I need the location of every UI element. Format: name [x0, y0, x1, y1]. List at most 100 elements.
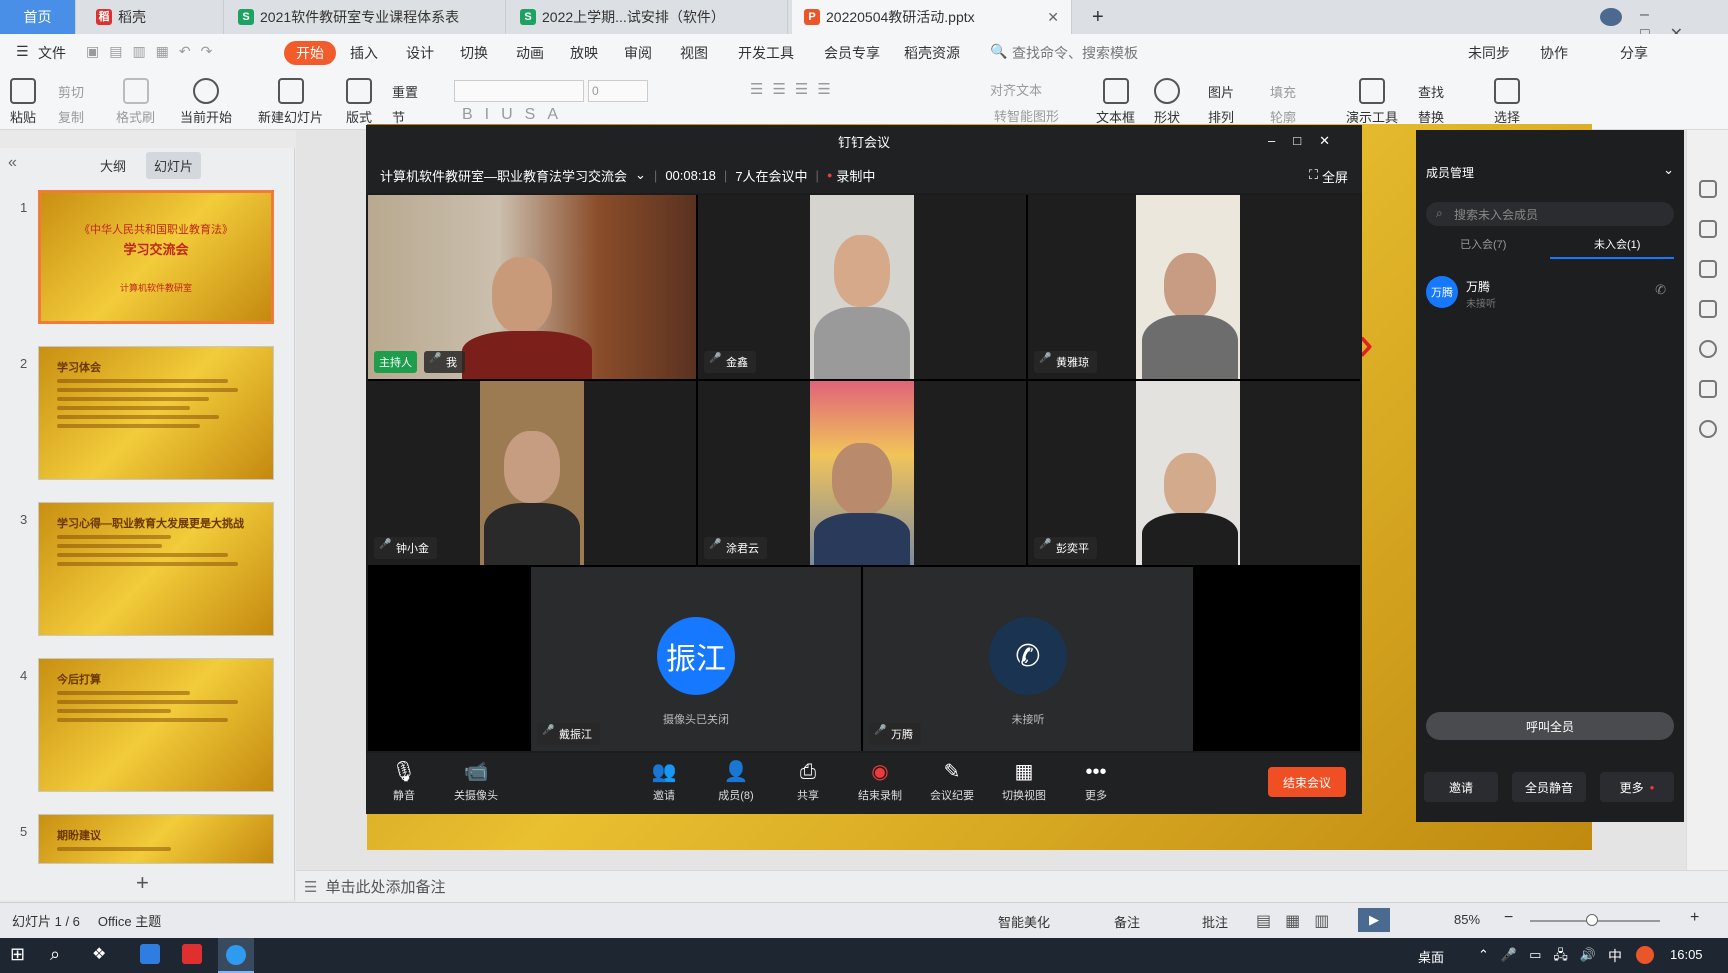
comment-button[interactable]: 批注 [1202, 912, 1228, 931]
sidebar-tool-icon[interactable] [1699, 180, 1717, 198]
select-button[interactable]: 选择 [1494, 78, 1520, 126]
sidebar-tool-icon[interactable] [1699, 220, 1717, 238]
tray-icons[interactable]: ⌃🎤▭🖧🔊 [1478, 946, 1608, 968]
taskview-icon[interactable]: ❖ [92, 944, 106, 964]
notes-bar[interactable]: ☰ 单击此处添加备注 [296, 870, 1728, 902]
tab-docer[interactable]: 稻稻壳 [84, 0, 224, 34]
windows-start-icon[interactable]: ⊞ [10, 944, 25, 965]
play-slideshow-button[interactable]: ▶ [1358, 908, 1390, 932]
cut-button[interactable]: 剪切 [58, 80, 84, 105]
copy-button[interactable]: 复制 [58, 105, 84, 130]
slide-thumb-1[interactable]: 《中华人民共和国职业教育法》 学习交流会 计算机软件教研室 [38, 190, 274, 324]
video-tile-self[interactable]: 主持人 我 [368, 195, 696, 379]
camera-button[interactable]: 📹 关摄像头 [446, 761, 506, 803]
slide-thumb-5[interactable]: 期盼建议 [38, 814, 274, 864]
find-button[interactable]: 查找 [1418, 80, 1444, 105]
chevron-down-icon[interactable]: ⌄ [1663, 162, 1674, 178]
align-text-button[interactable]: 对齐文本 [990, 80, 1042, 99]
collapse-icon[interactable]: « [8, 154, 17, 172]
play-from-current-button[interactable]: 当前开始 [180, 78, 232, 126]
member-more-button[interactable]: 更多 ● [1600, 772, 1674, 802]
sogou-icon[interactable] [1636, 946, 1654, 964]
call-icon[interactable]: ✆ [1655, 282, 1666, 298]
menu-review[interactable]: 审阅 [624, 43, 652, 63]
zoom-slider-thumb[interactable] [1586, 914, 1598, 926]
sidebar-tool-icon[interactable] [1699, 380, 1717, 398]
menu-docer[interactable]: 稻壳资源 [904, 43, 960, 63]
slide-thumb-3[interactable]: 学习心得—职业教育大发展更是大挑战 [38, 502, 274, 636]
new-tab-button[interactable]: + [1080, 0, 1116, 34]
picture-button[interactable]: 图片 [1208, 80, 1234, 105]
share-button[interactable]: 分享 [1620, 43, 1648, 63]
video-tile-jinxin[interactable]: 金鑫 [698, 195, 1026, 379]
menu-vip[interactable]: 会员专享 [824, 43, 880, 63]
member-search-input[interactable]: ⌕ 搜索未入会成员 [1426, 202, 1674, 226]
menu-design[interactable]: 设计 [406, 43, 434, 63]
layout-button[interactable]: 版式 [346, 78, 372, 126]
reset-button[interactable]: 重置 [392, 80, 418, 105]
paragraph-icons[interactable]: ☰☰☰☰ [750, 80, 840, 98]
fullscreen-button[interactable]: 全屏 [1322, 167, 1348, 186]
tab-joined[interactable]: 已入会(7) [1460, 236, 1506, 252]
video-tile-zhongxiaojin[interactable]: 钟小金 [368, 381, 696, 565]
menu-show[interactable]: 放映 [570, 43, 598, 63]
mute-all-button[interactable]: 全员静音 [1512, 772, 1586, 802]
dingtalk-taskbar-button[interactable] [218, 938, 254, 973]
video-tile-pengyiping[interactable]: 彭奕平 [1028, 381, 1360, 565]
tab-sheet-1[interactable]: S 2021软件教研室专业课程体系表 [226, 0, 506, 34]
share-screen-button[interactable]: ⎙ 共享 [778, 761, 838, 803]
menu-animation[interactable]: 动画 [516, 43, 544, 63]
collab-button[interactable]: 协作 [1540, 43, 1568, 63]
end-meeting-button[interactable]: 结束会议 [1268, 767, 1346, 797]
smart-beautify-button[interactable]: 智能美化 [998, 912, 1050, 931]
search-icon[interactable]: ⌕ [50, 944, 60, 965]
clock[interactable]: 16:05 [1670, 947, 1703, 962]
help-icon[interactable] [1699, 340, 1717, 358]
tab-outline[interactable]: 大纲 [100, 156, 126, 175]
video-tile-wanteng[interactable]: ✆ 未接听 万腾 [863, 567, 1193, 751]
hamburger-icon[interactable]: ☰ [16, 43, 29, 60]
font-size-select[interactable]: 0 [588, 80, 648, 102]
menu-file[interactable]: 文件 [38, 43, 66, 63]
avatar[interactable] [1600, 8, 1622, 26]
members-button[interactable]: 👤 成员(8) [706, 761, 766, 803]
fullscreen-icon[interactable]: ⛶ [1309, 167, 1318, 183]
tab-sheet-2[interactable]: S 2022上学期...试安排（软件） [508, 0, 788, 34]
textbox-button[interactable]: 文本框 [1096, 78, 1135, 126]
add-slide-button[interactable]: + [136, 870, 149, 896]
format-painter-button[interactable]: 格式刷 [116, 78, 155, 126]
more-button[interactable]: ••• 更多 [1066, 761, 1126, 803]
remarks-button[interactable]: 备注 [1114, 912, 1140, 931]
tab-not-joined[interactable]: 未入会(1) [1594, 236, 1640, 252]
invite-member-button[interactable]: 邀请 [1424, 772, 1498, 802]
menu-switch[interactable]: 切换 [460, 43, 488, 63]
menu-dev-tools[interactable]: 开发工具 [738, 43, 794, 63]
tab-slides[interactable]: 幻灯片 [146, 152, 202, 179]
new-slide-button[interactable]: 新建幻灯片 [258, 78, 323, 126]
shape-button[interactable]: 形状 [1154, 78, 1180, 126]
font-name-select[interactable] [454, 80, 584, 102]
zoom-out-icon[interactable]: − [1504, 909, 1513, 927]
command-search[interactable]: 查找命令、搜索模板 [1012, 43, 1138, 63]
font-style-icons[interactable]: BIUSA [462, 106, 570, 124]
search-icon[interactable]: 🔍 [990, 43, 1007, 60]
sidebar-tool-icon[interactable] [1699, 300, 1717, 318]
paste-button[interactable]: 粘贴 [10, 78, 36, 126]
smartart-button[interactable]: 转智能图形 [994, 106, 1059, 125]
wps-icon[interactable] [182, 944, 202, 964]
sync-button[interactable]: 未同步 [1468, 43, 1510, 63]
close-icon[interactable]: ✕ [1047, 9, 1059, 26]
tab-pptx[interactable]: P 20220504教研活动.pptx ✕ [792, 0, 1072, 34]
switch-view-button[interactable]: ▦ 切换视图 [994, 761, 1054, 803]
zoom-level[interactable]: 85% [1454, 912, 1480, 927]
menu-start[interactable]: 开始 [284, 41, 336, 65]
menu-insert[interactable]: 插入 [350, 43, 378, 63]
view-mode-icons[interactable]: ▤▦▥ [1256, 911, 1343, 931]
video-tile-daizhenjiang[interactable]: 振江 摄像头已关闭 戴振江 [531, 567, 861, 751]
fill-button[interactable]: 填充 [1270, 80, 1296, 105]
meeting-name[interactable]: 计算机软件教研室—职业教育法学习交流会 [380, 166, 627, 185]
slide-thumb-2[interactable]: 学习体会 [38, 346, 274, 480]
sidebar-tool-icon[interactable] [1699, 260, 1717, 278]
presenter-tools-button[interactable]: 演示工具 [1346, 78, 1398, 126]
quick-access-icons[interactable]: ▣▤▥▦↶↷ [86, 43, 222, 60]
